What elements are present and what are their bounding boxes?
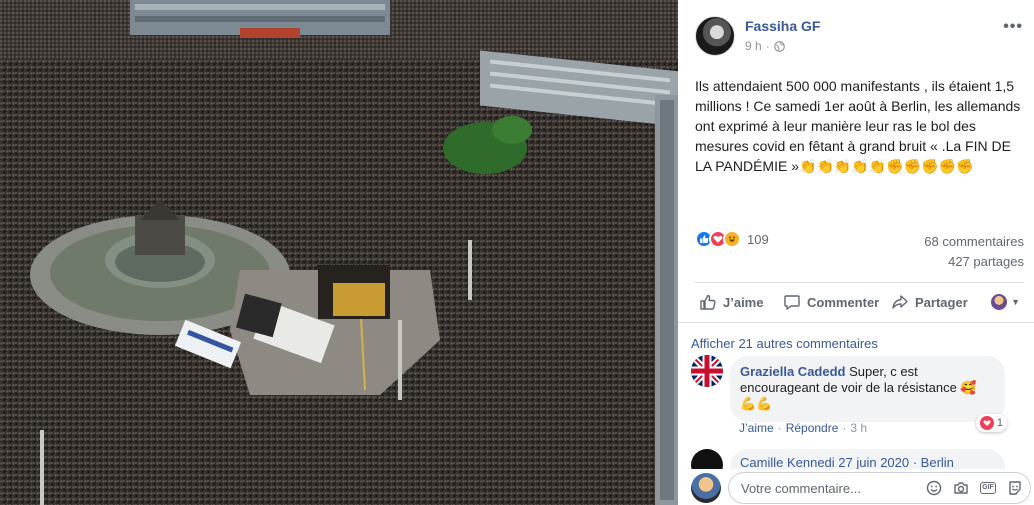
crowd-image — [0, 0, 678, 505]
shares-count[interactable]: 427 partages — [924, 252, 1024, 272]
comment-composer: GIF — [678, 469, 1034, 505]
like-label: J’aime — [723, 294, 764, 310]
fist-emoji: ✊ — [903, 158, 922, 174]
clap-emoji: 👏 — [816, 158, 834, 174]
comment-input[interactable] — [741, 473, 911, 503]
like-button[interactable]: J’aime — [699, 293, 763, 311]
emoji-icon[interactable] — [925, 479, 943, 497]
reaction-count: 109 — [747, 231, 769, 247]
author-avatar[interactable] — [695, 16, 735, 56]
fist-emoji: ✊ — [886, 158, 904, 174]
commenter-avatar[interactable] — [691, 355, 723, 387]
comment-icon — [784, 295, 800, 310]
author-name[interactable]: Fassiha GF — [745, 18, 820, 34]
post-text: Ils attendaient 500 000 manifestants , i… — [695, 76, 1027, 176]
comments-section: Afficher 21 autres commentaires Graziell… — [678, 322, 1034, 505]
clap-emoji: 👏 — [799, 158, 817, 174]
comment-button[interactable]: Commenter — [783, 293, 879, 311]
comment-bubble: Graziella Cadedd Super, c est encouragea… — [730, 356, 1007, 432]
comment-reply-link[interactable]: Répondre — [786, 421, 839, 435]
post-emojis: 👏👏👏👏👏✊✊✊✊✊ — [799, 158, 973, 174]
post-stats: 68 commentaires 427 partages — [924, 232, 1024, 272]
share-button[interactable]: Partager — [891, 293, 968, 311]
comment-time[interactable]: 3 h — [850, 421, 867, 435]
comment-box[interactable]: GIF — [728, 472, 1031, 504]
thumbs-up-icon — [700, 294, 716, 310]
composer-icons: GIF — [925, 479, 1024, 497]
post-header: Fassiha GF 9 h · ••• — [695, 16, 1025, 56]
post-photo[interactable] — [0, 0, 678, 505]
caret-down-icon: ▼ — [1011, 297, 1020, 307]
profile-avatar-icon — [991, 294, 1008, 310]
fist-emoji: ✊ — [938, 158, 956, 174]
comment-partial-text: Camille Kennedi 27 juin 2020 · Berlin — [740, 455, 954, 470]
view-more-comments-link[interactable]: Afficher 21 autres commentaires — [691, 336, 878, 351]
fist-emoji: ✊ — [921, 158, 939, 174]
gif-label: GIF — [980, 482, 996, 494]
comments-count[interactable]: 68 commentaires — [924, 232, 1024, 252]
fist-emoji: ✊ — [955, 158, 974, 174]
separator: · — [777, 421, 782, 435]
commenter-name[interactable]: Graziella Cadedd — [740, 364, 845, 379]
love-icon — [979, 416, 994, 430]
camera-icon[interactable] — [952, 479, 970, 497]
more-options-icon[interactable]: ••• — [1003, 18, 1023, 36]
haha-icon — [723, 230, 741, 248]
comment-bubble-partial: Camille Kennedi 27 juin 2020 · Berlin — [730, 449, 1005, 471]
comment-reaction-count: 1 — [996, 417, 1003, 429]
reaction-summary[interactable]: 109 — [695, 230, 769, 248]
meta-separator: · — [765, 39, 770, 53]
post-panel: Fassiha GF 9 h · ••• Ils attendaient 500… — [678, 0, 1034, 505]
actions-divider — [695, 282, 1024, 283]
post-time[interactable]: 9 h — [745, 39, 762, 53]
clap-emoji: 👏 — [833, 158, 852, 174]
separator: · — [842, 421, 847, 435]
comment-label: Commenter — [807, 294, 880, 310]
post-actions: J’aime Commenter Partager ▼ — [695, 288, 1024, 316]
post-meta: 9 h · — [745, 39, 785, 53]
clap-emoji: 👏 — [868, 158, 887, 174]
globe-icon[interactable] — [773, 40, 785, 52]
comment-actions: J’aime · Répondre · 3 h — [739, 421, 867, 435]
clap-emoji: 👏 — [851, 158, 869, 174]
comment-like-link[interactable]: J’aime — [739, 421, 774, 435]
react-as-selector[interactable]: ▼ — [991, 294, 1020, 310]
share-label: Partager — [915, 294, 968, 310]
comment-reactions[interactable]: 1 — [975, 414, 1007, 432]
sticker-icon[interactable] — [1006, 479, 1024, 497]
own-avatar — [691, 473, 721, 503]
gif-icon[interactable]: GIF — [979, 479, 997, 497]
share-icon — [892, 295, 908, 309]
